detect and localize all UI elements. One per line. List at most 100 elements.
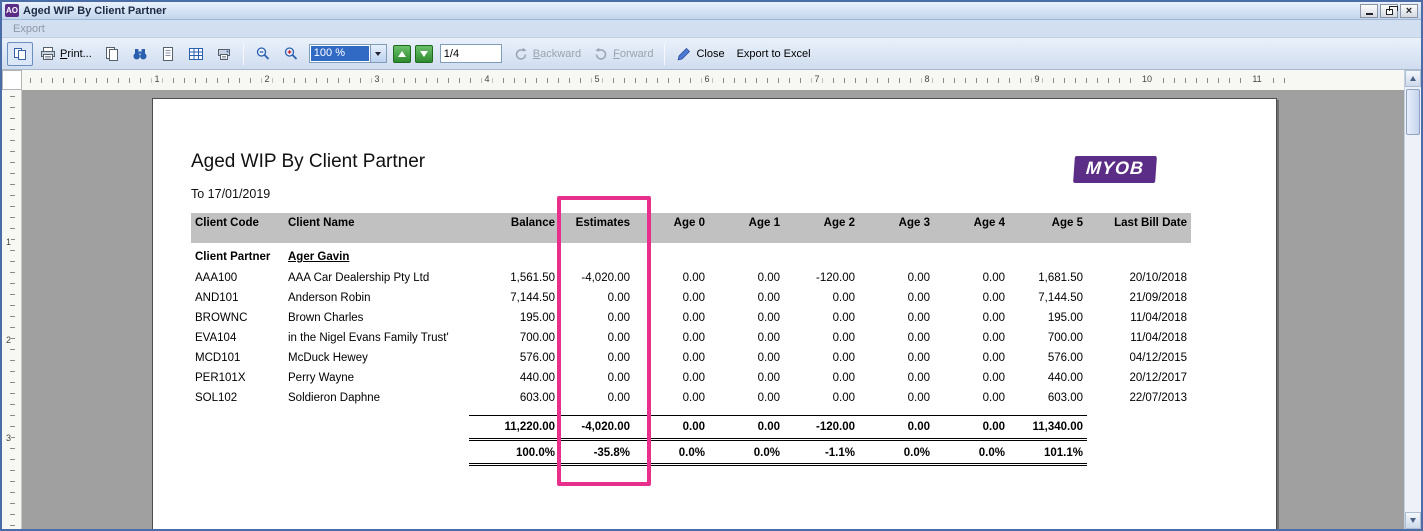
table-cell: 440.00 (1009, 368, 1087, 388)
close-report-button[interactable]: Close (671, 42, 729, 66)
copy-icon (104, 46, 120, 62)
table-cell: 04/12/2015 (1087, 348, 1191, 368)
table-cell: 0.00 (634, 308, 709, 328)
export-to-excel-button[interactable]: Export to Excel (732, 44, 816, 64)
print-button[interactable]: Print... (35, 42, 97, 66)
page-indicator-input[interactable] (440, 44, 502, 63)
table-cell: 20/12/2017 (1087, 368, 1191, 388)
percent-age2: -1.1% (784, 439, 859, 464)
percent-age1: 0.0% (709, 439, 784, 464)
table-cell: -4,020.00 (559, 268, 634, 288)
forward-button-label: Forward (613, 48, 653, 60)
zoom-out-button[interactable] (250, 42, 276, 66)
table-cell: McDuck Hewey (284, 348, 469, 368)
myob-logo: MYOB (1073, 156, 1157, 183)
percent-age3: 0.0% (859, 439, 934, 464)
table-cell: EVA104 (191, 328, 284, 348)
totals-row: 11,220.00 -4,020.00 0.00 0.00 -120.00 0.… (191, 415, 1191, 439)
table-cell: -120.00 (784, 268, 859, 288)
copy-button[interactable] (99, 42, 125, 66)
table-cell: 0.00 (709, 348, 784, 368)
table-cell: 0.00 (784, 308, 859, 328)
app-icon: AO (5, 4, 19, 17)
table-cell: 0.00 (859, 328, 934, 348)
table-cell: PER101X (191, 368, 284, 388)
percent-age0: 0.0% (634, 439, 709, 464)
vertical-scrollbar[interactable] (1404, 70, 1421, 529)
find-button[interactable] (127, 42, 153, 66)
next-page-button[interactable] (415, 45, 433, 63)
minimize-icon (1366, 13, 1373, 15)
magnifier-minus-icon (255, 46, 271, 62)
close-window-button[interactable]: × (1400, 4, 1418, 18)
previous-page-button[interactable] (393, 45, 411, 63)
minimize-button[interactable] (1360, 4, 1378, 18)
table-cell: BROWNC (191, 308, 284, 328)
table-row: PER101X Perry Wayne 440.00 0.00 0.00 0.0… (191, 368, 1191, 388)
grid-view-button[interactable] (183, 42, 209, 66)
multi-page-view-button[interactable] (7, 42, 33, 66)
window-title: Aged WIP By Client Partner (23, 5, 1360, 17)
total-age0: 0.00 (634, 415, 709, 439)
vertical-ruler: 1 2 3 (2, 90, 22, 531)
col-header-age2: Age 2 (784, 213, 859, 243)
table-cell: 0.00 (709, 388, 784, 408)
menu-export[interactable]: Export (8, 22, 50, 36)
table-cell: 1,561.50 (469, 268, 559, 288)
table-cell: AAA100 (191, 268, 284, 288)
forward-button[interactable]: Forward (588, 42, 658, 66)
toolbar-separator (664, 43, 665, 65)
zoom-dropdown-button[interactable] (370, 45, 386, 62)
table-cell: Soldieron Daphne (284, 388, 469, 408)
table-cell: 0.00 (784, 288, 859, 308)
table-cell: 0.00 (859, 288, 934, 308)
partner-row: Client Partner Ager Gavin (191, 243, 1191, 268)
document-icon (160, 46, 176, 62)
table-cell: 0.00 (934, 308, 1009, 328)
spacer-row (191, 408, 1191, 415)
ruler-number: 5 (591, 74, 602, 84)
ruler-number: 9 (1031, 74, 1042, 84)
col-header-age0: Age 0 (634, 213, 709, 243)
zoom-combo[interactable]: 100 % (309, 44, 387, 63)
total-balance: 11,220.00 (469, 415, 559, 439)
chevron-down-icon (375, 52, 381, 56)
table-row: EVA104 in the Nigel Evans Family Trust' … (191, 328, 1191, 348)
total-age3: 0.00 (859, 415, 934, 439)
table-cell: 11/04/2018 (1087, 328, 1191, 348)
table-cell: 0.00 (859, 368, 934, 388)
table-cell: Perry Wayne (284, 368, 469, 388)
percent-age4: 0.0% (934, 439, 1009, 464)
ruler-corner (2, 70, 22, 90)
restore-button[interactable] (1380, 4, 1398, 18)
col-header-estimates: Estimates (559, 213, 634, 243)
backward-button[interactable]: Backward (508, 42, 586, 66)
zoom-in-button[interactable] (278, 42, 304, 66)
scrollbar-track[interactable] (1405, 87, 1421, 512)
partner-name: Ager Gavin (284, 243, 469, 268)
single-page-button[interactable] (155, 42, 181, 66)
scroll-down-button[interactable] (1405, 512, 1421, 529)
table-cell: AND101 (191, 288, 284, 308)
table-cell: 700.00 (1009, 328, 1087, 348)
col-header-age5: Age 5 (1009, 213, 1087, 243)
table-cell: 0.00 (934, 268, 1009, 288)
table-cell: 0.00 (559, 288, 634, 308)
table-cell: 195.00 (469, 308, 559, 328)
grid-icon (188, 46, 204, 62)
table-cell: 440.00 (469, 368, 559, 388)
table-header-row: Client Code Client Name Balance Estimate… (191, 213, 1191, 243)
backward-icon (513, 46, 529, 62)
scrollbar-thumb[interactable] (1406, 89, 1420, 135)
pencil-icon (676, 46, 692, 62)
percent-age5: 101.1% (1009, 439, 1087, 464)
percent-estimates: -35.8% (559, 439, 634, 464)
scroll-up-button[interactable] (1405, 70, 1421, 87)
print-setup-button[interactable] (211, 42, 237, 66)
report-canvas: Aged WIP By Client Partner MYOB To 17/01… (22, 90, 1404, 531)
printer-settings-icon (216, 46, 232, 62)
table-cell: 0.00 (859, 388, 934, 408)
restore-icon (1386, 9, 1393, 15)
col-header-age3: Age 3 (859, 213, 934, 243)
table-cell: 0.00 (559, 328, 634, 348)
